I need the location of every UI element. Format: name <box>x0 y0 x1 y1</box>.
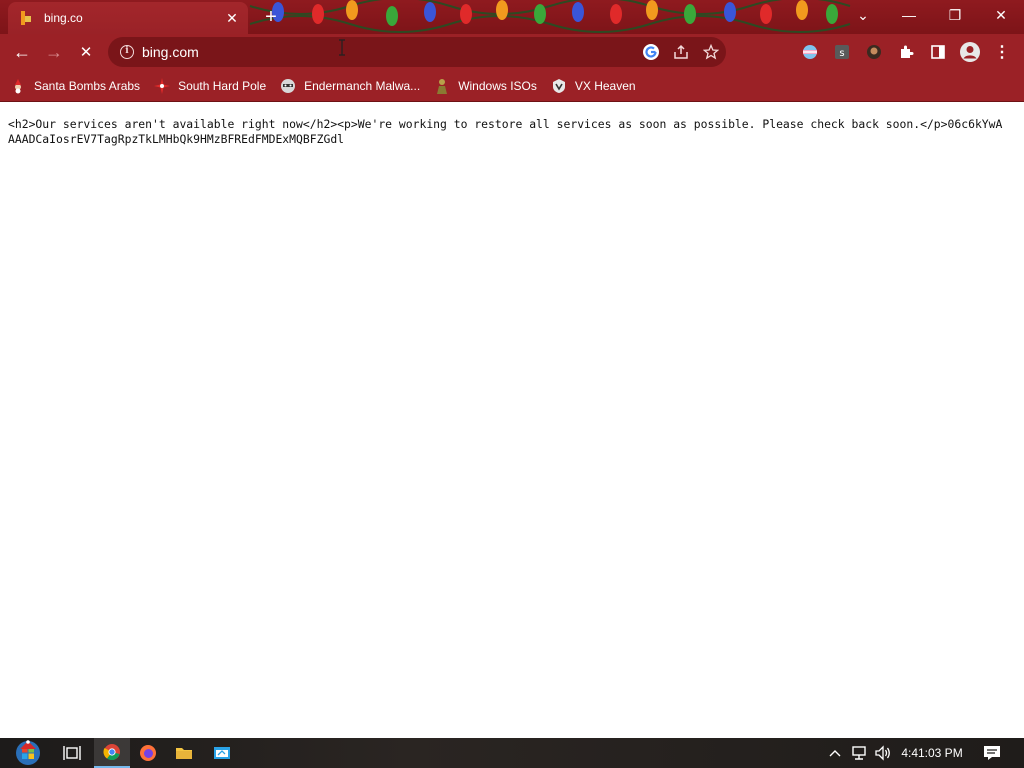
page-viewport: <h2>Our services aren't available right … <box>0 103 1024 738</box>
start-button[interactable] <box>8 738 48 768</box>
address-bar[interactable]: i <box>108 37 726 67</box>
app-window-icon <box>214 747 230 759</box>
back-button[interactable]: ← <box>8 38 36 66</box>
active-tab[interactable]: bing.co ✕ <box>8 2 248 34</box>
task-view-icon <box>63 746 81 760</box>
bookmark-santa-bombs-arabs[interactable]: Santa Bombs Arabs <box>10 78 140 94</box>
bookmark-endermanch-malware[interactable]: Endermanch Malwa... <box>280 78 420 94</box>
tab-strip: bing.co ✕ + ⌄ — ❐ ✕ <box>0 0 1024 34</box>
extensions-puzzle-icon[interactable] <box>892 38 920 66</box>
taskbar-chrome[interactable] <box>94 738 130 768</box>
restore-button[interactable]: ❐ <box>932 0 978 30</box>
forward-button[interactable]: → <box>40 38 68 66</box>
tab-search-button[interactable]: ⌄ <box>840 0 886 30</box>
chrome-icon <box>103 744 120 761</box>
folder-icon <box>176 748 192 759</box>
google-lens-icon[interactable] <box>636 37 666 67</box>
taskbar-app[interactable] <box>204 738 240 768</box>
task-view-button[interactable] <box>54 738 90 768</box>
text-cursor-icon <box>339 39 345 56</box>
bookmark-star-icon[interactable] <box>696 37 726 67</box>
profile-avatar-icon[interactable] <box>956 38 984 66</box>
menu-kebab-icon[interactable]: ⋮ <box>988 38 1016 66</box>
share-icon[interactable] <box>666 37 696 67</box>
volume-button[interactable] <box>872 738 894 768</box>
action-center-button[interactable] <box>978 738 1006 768</box>
minimize-button[interactable]: — <box>886 0 932 30</box>
raccoon-icon <box>281 78 296 93</box>
extension-flag-icon[interactable] <box>796 38 824 66</box>
bookmark-south-hard-pole[interactable]: South Hard Pole <box>154 77 266 94</box>
network-button[interactable] <box>848 738 870 768</box>
star-burst-icon <box>154 77 171 94</box>
stop-loading-button[interactable]: ✕ <box>72 38 100 66</box>
tab-close-icon[interactable]: ✕ <box>220 10 244 27</box>
speaker-icon <box>875 745 890 761</box>
chevron-up-icon <box>829 750 841 757</box>
bookmarks-bar: Santa Bombs Arabs South Hard Pole Enderm… <box>0 70 1024 102</box>
firefox-icon <box>140 745 156 761</box>
new-tab-button[interactable]: + <box>258 4 284 30</box>
raw-error-text: <h2>Our services aren't available right … <box>8 117 1003 146</box>
side-panel-icon[interactable] <box>924 38 952 66</box>
taskbar-file-explorer[interactable] <box>166 738 202 768</box>
url-input[interactable] <box>142 44 636 60</box>
windows-taskbar: 4:41:03 PM <box>0 738 1024 768</box>
extension-avatar-icon[interactable] <box>860 38 888 66</box>
notifications-icon <box>984 746 1000 760</box>
taskbar-firefox[interactable] <box>130 738 166 768</box>
site-info-icon[interactable]: i <box>120 45 134 59</box>
tab-title: bing.co <box>44 11 83 25</box>
browser-toolbar: ← → ✕ i s ⋮ <box>0 34 1024 70</box>
show-hidden-icons-button[interactable] <box>826 738 844 768</box>
windows-start-icon <box>16 740 40 765</box>
network-icon <box>852 746 866 760</box>
taskbar-clock[interactable]: 4:41:03 PM <box>896 738 968 768</box>
extension-s-icon[interactable]: s <box>828 38 856 66</box>
shield-icon <box>552 78 565 93</box>
bookmark-windows-isos[interactable]: Windows ISOs <box>434 78 537 94</box>
figure-icon <box>437 78 448 94</box>
tab-favicon-icon <box>21 11 31 25</box>
close-window-button[interactable]: ✕ <box>978 0 1024 30</box>
santa-icon <box>15 78 21 93</box>
svg-text:s: s <box>839 48 844 59</box>
bookmark-vx-heaven[interactable]: VX Heaven <box>551 78 636 94</box>
